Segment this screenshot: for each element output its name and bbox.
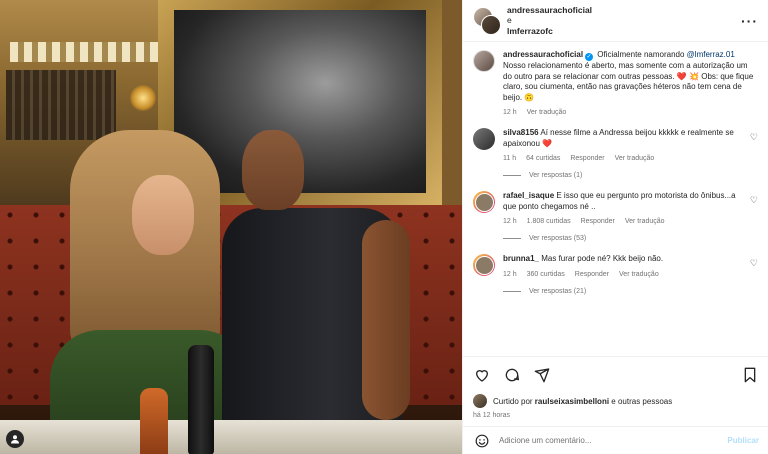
caption-username[interactable]: andressaurachoficial [503, 50, 583, 59]
avatar[interactable] [473, 50, 495, 72]
ceiling-decor [10, 42, 160, 62]
heart-icon[interactable] [473, 366, 491, 384]
comment-text: rafael_isaque E isso que eu pergunto pro… [503, 191, 742, 212]
avatar[interactable] [473, 394, 487, 408]
comment-meta: 12 h 360 curtidas Responder Ver tradução [503, 271, 742, 278]
oil-bottle [188, 345, 214, 454]
post-side-panel: andressaurachoficial e lmferrazofc ··· a… [462, 0, 768, 454]
comment-username[interactable]: rafael_isaque [503, 191, 554, 200]
translate-link[interactable]: Ver tradução [619, 271, 659, 278]
comment-item: brunna1_ Mas furar pode né? Kkk beijo nã… [473, 254, 758, 278]
bookmark-icon[interactable] [741, 366, 759, 384]
avatar-image [474, 192, 494, 212]
header-joiner: e [507, 15, 512, 26]
liked-user-link[interactable]: raulseixasimbelloni [535, 397, 609, 406]
heart-icon[interactable]: ♡ [750, 132, 758, 143]
comment-item: silva8156 Aí nesse filme a Andressa beij… [473, 128, 758, 162]
translate-link[interactable]: Ver tradução [527, 109, 567, 116]
publish-button[interactable]: Publicar [727, 436, 759, 445]
caption-time: 12 h [503, 109, 517, 116]
verified-icon: ✓ [585, 53, 594, 61]
avatar[interactable] [481, 14, 501, 35]
comment-likes[interactable]: 1.808 curtidas [527, 218, 571, 225]
table [0, 420, 462, 454]
comment-likes[interactable]: 360 curtidas [527, 271, 565, 278]
caption-text: andressaurachoficial ✓ Oficialmente namor… [503, 50, 758, 103]
sauce-bottle [140, 388, 168, 454]
chandelier [130, 85, 156, 111]
comment-item: rafael_isaque E isso que eu pergunto pro… [473, 191, 758, 225]
action-icons [473, 365, 759, 385]
comment-text: brunna1_ Mas furar pode né? Kkk beijo nã… [503, 254, 742, 265]
post-photo[interactable] [0, 0, 462, 454]
more-icon[interactable]: ··· [741, 13, 758, 29]
post-time: há 12 horas [473, 412, 510, 419]
avatar[interactable] [473, 191, 495, 213]
liked-suffix[interactable]: e outras pessoas [609, 397, 672, 406]
wall-panel [442, 0, 462, 205]
divider [503, 290, 521, 292]
comment-time: 12 h [503, 218, 517, 225]
arm [362, 220, 410, 420]
view-replies-button[interactable]: Ver respostas (21) [503, 288, 758, 295]
liked-by: Curtido por raulseixasimbelloni e outras… [473, 394, 759, 408]
comment-time: 11 h [503, 155, 517, 162]
comment-text: silva8156 Aí nesse filme a Andressa beij… [503, 128, 742, 149]
face [132, 175, 194, 255]
liked-prefix: Curtido por [493, 396, 535, 406]
comment-body: Mas furar pode né? Kkk beijo não. [541, 254, 664, 263]
action-bar: Curtido por raulseixasimbelloni e outras… [463, 356, 768, 419]
comment-username[interactable]: brunna1_ [503, 254, 539, 263]
caption-mention-link[interactable]: @lmferraz.01 [687, 50, 735, 59]
caption-meta: 12 h Ver tradução [503, 109, 758, 116]
post-header: andressaurachoficial e lmferrazofc ··· [463, 0, 768, 42]
post-viewer: andressaurachoficial e lmferrazofc ··· a… [0, 0, 768, 454]
translate-link[interactable]: Ver tradução [615, 155, 655, 162]
translate-link[interactable]: Ver tradução [625, 218, 665, 225]
comments-scroll[interactable]: andressaurachoficial ✓ Oficialmente namor… [463, 42, 768, 354]
collab-names: andressaurachoficial e lmferrazofc [507, 5, 741, 37]
comment-icon[interactable] [503, 366, 521, 384]
heart-icon[interactable]: ♡ [750, 258, 758, 269]
comment-meta: 11 h 64 curtidas Responder Ver tradução [503, 155, 742, 162]
comment-username[interactable]: silva8156 [503, 128, 539, 137]
avatar[interactable] [473, 128, 495, 150]
add-comment-bar: Publicar [463, 426, 768, 454]
comment-time: 12 h [503, 270, 517, 278]
emoji-icon[interactable] [473, 432, 491, 450]
user-tag-icon[interactable] [6, 430, 24, 448]
view-replies-button[interactable]: Ver respostas (1) [503, 172, 758, 179]
view-replies-label: Ver respostas (21) [529, 287, 587, 295]
view-replies-label: Ver respostas (1) [529, 172, 583, 179]
comment-likes[interactable]: 64 curtidas [526, 155, 560, 162]
caption-text-part2: Nosso relacionamento é aberto, mas somen… [503, 61, 754, 102]
comment-meta: 12 h 1.808 curtidas Responder Ver traduç… [503, 218, 742, 225]
reply-button[interactable]: Responder [575, 271, 609, 278]
head [242, 130, 304, 210]
header-user1-link[interactable]: andressaurachoficial [507, 5, 741, 16]
share-icon[interactable] [533, 366, 551, 384]
reply-button[interactable]: Responder [570, 155, 604, 162]
avatar[interactable] [473, 254, 495, 276]
caption-text-part1: Oficialmente namorando [597, 50, 687, 59]
header-user2-link[interactable]: lmferrazofc [507, 26, 741, 37]
reply-button[interactable]: Responder [581, 218, 615, 225]
heart-icon[interactable]: ♡ [750, 195, 758, 206]
man-figure [222, 130, 410, 438]
comment-input[interactable] [499, 436, 720, 445]
collab-avatars[interactable] [473, 6, 501, 35]
view-replies-button[interactable]: Ver respostas (53) [503, 235, 758, 242]
divider [503, 175, 521, 176]
divider [503, 238, 521, 239]
caption: andressaurachoficial ✓ Oficialmente namor… [473, 50, 758, 116]
view-replies-label: Ver respostas (53) [529, 235, 587, 242]
avatar-image [474, 255, 494, 275]
